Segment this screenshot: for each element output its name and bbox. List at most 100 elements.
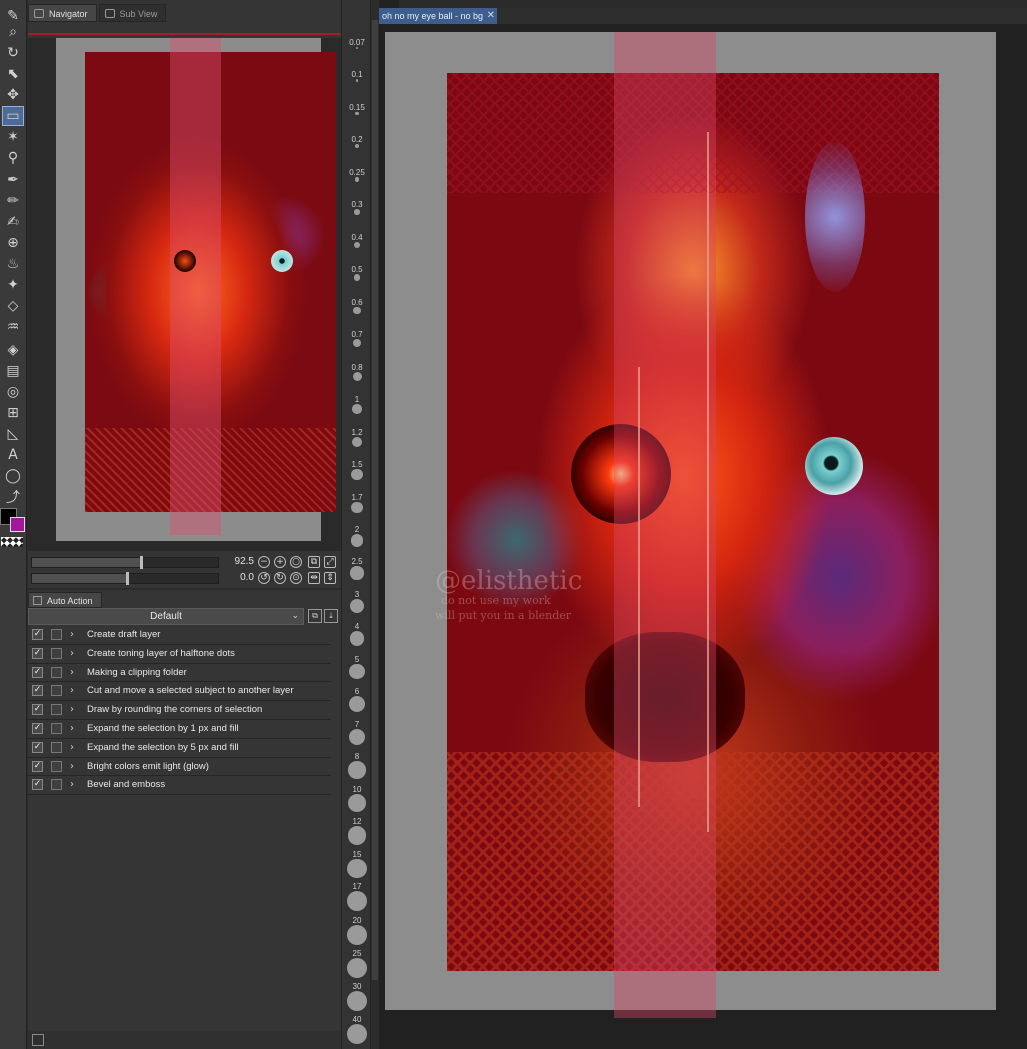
brush-size-item[interactable]: 1.2 (342, 428, 372, 447)
rotate-view-icon[interactable]: ↻ (2, 43, 24, 63)
brush-size-item[interactable]: 0.2 (342, 135, 372, 149)
perspective-icon[interactable]: ⊕ (2, 233, 24, 253)
rotate-left-icon[interactable]: ↺ (258, 572, 270, 584)
enable-checkbox[interactable]: ✓ (32, 629, 43, 640)
chevron-right-icon[interactable]: › (70, 720, 74, 738)
airbrush-icon[interactable]: ♨ (2, 254, 24, 274)
zoom-out-icon[interactable]: − (258, 556, 270, 568)
brush-size-item[interactable]: 1.5 (342, 460, 372, 481)
brush-size-item[interactable]: 10 (342, 785, 372, 812)
fit-navigator-icon[interactable]: ⧉ (308, 556, 320, 568)
rotation-value[interactable]: 0.0 (224, 572, 254, 583)
brush-size-item[interactable]: 25 (342, 949, 372, 978)
decoration-icon[interactable]: ✦ (2, 275, 24, 295)
document-tab[interactable]: oh no my eye ball - no bg ✕ (379, 8, 498, 24)
rotate-right-icon[interactable]: ↻ (274, 572, 286, 584)
brush-size-item[interactable]: 6 (342, 687, 372, 713)
eyedropper-icon[interactable]: ⚲ (2, 148, 24, 168)
brush-size-item[interactable]: 1 (342, 395, 372, 414)
balloon-icon[interactable]: ◯ (2, 466, 24, 486)
list-item[interactable]: ✓ › Create toning layer of halftone dots (28, 645, 331, 664)
brush-size-item[interactable]: 5 (342, 655, 372, 680)
chevron-right-icon[interactable]: › (70, 739, 74, 757)
fill-icon[interactable]: ◈ (2, 340, 24, 360)
navigator-preview[interactable] (28, 38, 341, 551)
enable-checkbox[interactable]: ✓ (32, 779, 43, 791)
brush-size-item[interactable]: 0.1 (342, 70, 372, 83)
scrollbar-thumb[interactable] (372, 20, 378, 980)
brush-size-item[interactable]: 12 (342, 817, 372, 845)
dialog-toggle[interactable] (51, 779, 62, 791)
enable-checkbox[interactable]: ✓ (32, 647, 43, 659)
operation-icon[interactable]: ⬉ (2, 64, 24, 84)
enable-checkbox[interactable]: ✓ (32, 666, 43, 678)
auto-select-icon[interactable]: ✶ (2, 127, 24, 147)
close-icon[interactable]: ✕ (487, 8, 495, 24)
dialog-toggle[interactable] (51, 704, 62, 716)
pen-icon[interactable]: ✒ (2, 170, 24, 190)
chevron-right-icon[interactable]: › (70, 626, 74, 644)
brush-size-item[interactable]: 0.07 (342, 38, 372, 49)
frame-border-icon[interactable]: ⊞ (2, 403, 24, 423)
enable-checkbox[interactable]: ✓ (32, 760, 43, 772)
brush-size-item[interactable]: 3 (342, 590, 372, 613)
chevron-right-icon[interactable]: › (70, 645, 74, 663)
zoom-icon[interactable]: ⌕ (2, 22, 24, 42)
flip-horizontal-icon[interactable]: ⇹ (308, 572, 320, 584)
zoom-slider[interactable] (31, 556, 219, 569)
record-icon[interactable] (32, 1034, 44, 1046)
list-item[interactable]: ✓ › Bevel and emboss (28, 776, 331, 796)
ruler-icon[interactable]: ◺ (2, 424, 24, 444)
brush-size-item[interactable]: 0.15 (342, 103, 372, 116)
brush-size-scrollbar[interactable] (371, 0, 379, 1049)
enable-checkbox[interactable]: ✓ (32, 704, 43, 716)
chevron-right-icon[interactable]: › (70, 664, 74, 682)
list-item[interactable]: ✓ › Cut and move a selected subject to a… (28, 682, 331, 702)
zoom-in-icon[interactable]: + (274, 556, 286, 568)
brush-size-item[interactable]: 1.7 (342, 493, 372, 514)
tab-sub-view[interactable]: Sub View (98, 4, 167, 22)
dialog-toggle[interactable] (51, 647, 62, 659)
list-item[interactable]: ✓ › Draw by rounding the corners of sele… (28, 701, 331, 720)
dialog-toggle[interactable] (51, 685, 62, 697)
brush-size-item[interactable]: 0.6 (342, 298, 372, 315)
enable-checkbox[interactable]: ✓ (32, 722, 43, 734)
new-set-icon[interactable]: ⧉ (308, 609, 322, 623)
tab-navigator[interactable]: Navigator (28, 4, 97, 22)
dialog-toggle[interactable] (51, 741, 62, 753)
brush-size-item[interactable]: 0.5 (342, 265, 372, 282)
transparent-color-swatch[interactable] (1, 537, 23, 547)
selection-icon[interactable]: ▭ (2, 106, 24, 126)
dialog-toggle[interactable] (51, 629, 62, 640)
brush-icon[interactable]: ✍ (2, 212, 24, 232)
reset-rotation-icon[interactable]: ⊙ (290, 572, 302, 584)
dialog-toggle[interactable] (51, 666, 62, 678)
brush-size-item[interactable]: 0.4 (342, 233, 372, 248)
brush-size-item[interactable]: 0.3 (342, 200, 372, 215)
brush-size-item[interactable]: 20 (342, 916, 372, 945)
figure-icon[interactable]: ◎ (2, 382, 24, 402)
brush-size-item[interactable]: 17 (342, 882, 372, 912)
gradient-icon[interactable]: ▤ (2, 361, 24, 381)
list-item[interactable]: ✓ › Making a clipping folder (28, 664, 331, 683)
blend-icon[interactable]: ♒ (2, 317, 24, 337)
rotate-slider[interactable] (31, 572, 219, 585)
brush-size-item[interactable]: 30 (342, 982, 372, 1011)
brush-size-item[interactable]: 4 (342, 622, 372, 646)
brush-size-item[interactable]: 2 (342, 525, 372, 547)
fit-window-icon[interactable]: ⤢ (324, 556, 336, 568)
zoom-value[interactable]: 92.5 (224, 556, 254, 567)
brush-size-item[interactable]: 2.5 (342, 557, 372, 580)
chevron-right-icon[interactable]: › (70, 682, 74, 700)
list-item[interactable]: ✓ › Expand the selection by 5 px and fil… (28, 739, 331, 758)
brush-size-item[interactable]: 7 (342, 720, 372, 746)
move-layer-icon[interactable]: ✥ (2, 85, 24, 105)
enable-checkbox[interactable]: ✓ (32, 741, 43, 753)
dialog-toggle[interactable] (51, 760, 62, 772)
enable-checkbox[interactable]: ✓ (32, 685, 43, 697)
actual-size-icon[interactable]: ○ (290, 556, 302, 568)
list-item[interactable]: ✓ › Create draft layer (28, 626, 331, 645)
chevron-right-icon[interactable]: › (70, 758, 74, 776)
flip-vertical-icon[interactable]: ⇕ (324, 572, 336, 584)
canvas-view[interactable]: @elisthetic do not use my work will put … (379, 24, 1027, 1049)
